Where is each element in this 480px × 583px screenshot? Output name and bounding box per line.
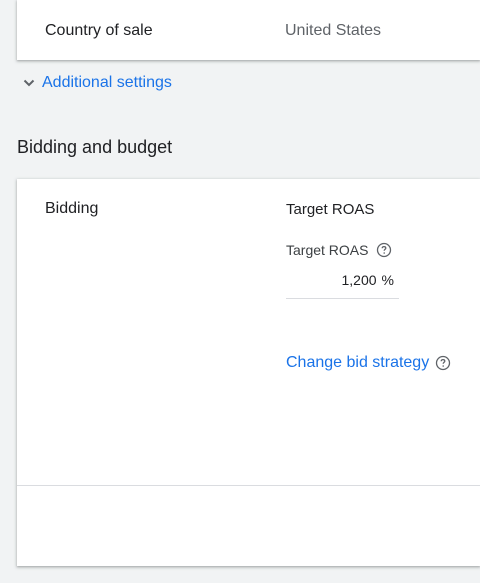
bidding-label: Bidding bbox=[45, 200, 99, 217]
help-circle-icon[interactable] bbox=[376, 242, 392, 258]
target-roas-input[interactable]: 1,200 % bbox=[286, 272, 399, 299]
target-roas-value[interactable]: 1,200 bbox=[342, 272, 377, 288]
chevron-down-icon bbox=[22, 76, 36, 90]
bidding-card: Bidding Target ROAS Target ROAS 1,200 % … bbox=[17, 179, 480, 566]
change-bid-strategy-link[interactable]: Change bid strategy bbox=[286, 354, 429, 372]
country-of-sale-label: Country of sale bbox=[45, 22, 153, 39]
section-title: Bidding and budget bbox=[17, 137, 173, 157]
card-divider bbox=[17, 485, 480, 486]
additional-settings-label[interactable]: Additional settings bbox=[42, 74, 172, 92]
country-of-sale-value: United States bbox=[285, 22, 382, 39]
change-bid-strategy-row: Change bid strategy bbox=[286, 354, 451, 372]
bid-strategy-name: Target ROAS bbox=[286, 201, 375, 218]
country-card: Country of sale United States bbox=[17, 0, 480, 60]
help-circle-icon[interactable] bbox=[435, 355, 451, 371]
target-roas-unit: % bbox=[381, 272, 394, 288]
target-roas-label-row: Target ROAS bbox=[286, 242, 392, 258]
target-roas-label: Target ROAS bbox=[286, 242, 369, 258]
additional-settings-toggle[interactable]: Additional settings bbox=[22, 74, 172, 92]
